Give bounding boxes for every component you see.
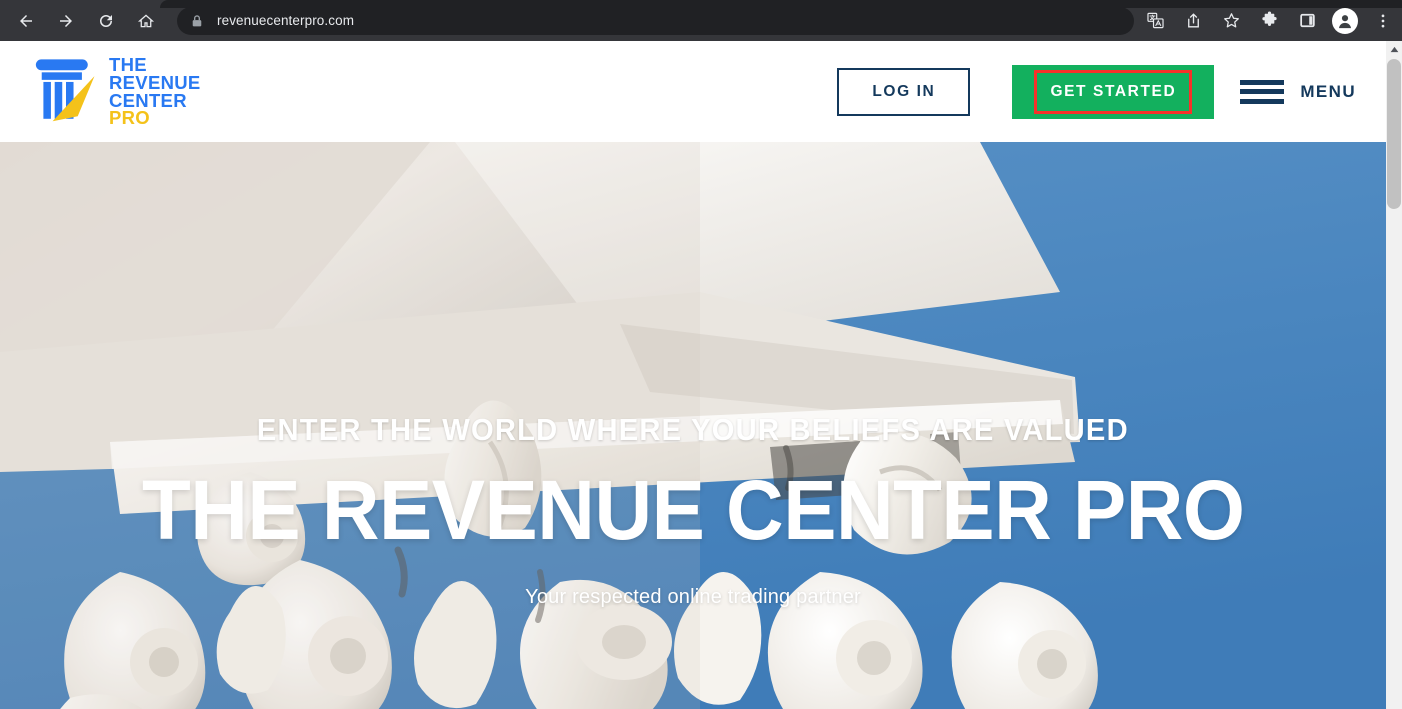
forward-arrow-icon: [60, 14, 72, 27]
toolbar-icon-group: [1136, 6, 1402, 36]
browser-toolbar: revenuecenterpro.com: [0, 0, 1402, 41]
avatar-circle: [1332, 7, 1358, 34]
translate-icon[interactable]: [1140, 6, 1170, 36]
menu-button[interactable]: MENU: [1240, 77, 1356, 107]
extensions-puzzle-icon[interactable]: [1254, 6, 1284, 36]
star-glyph: [1223, 13, 1239, 28]
hero-eyebrow: ENTER THE WORLD WHERE YOUR BELIEFS ARE V…: [256, 412, 1130, 447]
side-panel-glyph: [1299, 13, 1315, 28]
log-in-button[interactable]: LOG IN: [837, 67, 971, 116]
address-bar[interactable]: revenuecenterpro.com: [177, 6, 1134, 35]
home-icon: [137, 14, 155, 27]
back-button[interactable]: [9, 4, 43, 38]
get-started-wrapper: GET STARTED: [1012, 64, 1215, 119]
forward-button[interactable]: [49, 4, 83, 38]
hero-section: ENTER THE WORLD WHERE YOUR BELIEFS ARE V…: [0, 142, 1386, 709]
reload-button[interactable]: [89, 4, 123, 38]
hamburger-menu-icon: [1240, 77, 1285, 107]
get-started-button[interactable]: GET STARTED: [1012, 64, 1215, 119]
share-glyph: [1187, 13, 1199, 28]
caret-up-glyph: [1390, 46, 1398, 53]
header-actions: LOG IN GET STARTED MENU: [837, 64, 1356, 119]
three-dot-menu-icon[interactable]: [1368, 6, 1398, 36]
hero-copy: ENTER THE WORLD WHERE YOUR BELIEFS ARE V…: [0, 142, 1386, 709]
kebab-glyph: [1381, 14, 1385, 27]
logo-line-2: REVENUE: [109, 71, 201, 93]
person-glyph: [1339, 14, 1351, 28]
hero-subtitle: Your respected online trading partner: [525, 586, 861, 608]
lock-icon: [191, 14, 203, 28]
profile-avatar[interactable]: [1330, 6, 1360, 36]
reload-icon: [100, 14, 112, 27]
side-panel-icon[interactable]: [1292, 6, 1322, 36]
menu-label: MENU: [1300, 81, 1356, 101]
bookmark-star-icon[interactable]: [1216, 6, 1246, 36]
page-scrollbar[interactable]: [1386, 41, 1402, 709]
scroll-up-arrow-icon[interactable]: [1386, 41, 1402, 58]
translate-glyph: [1146, 12, 1164, 29]
page-viewport: THE REVENUE CENTER PRO LOG IN GET STARTE…: [0, 41, 1402, 709]
logo-line-4: PRO: [109, 107, 150, 129]
padlock-glyph: [192, 14, 202, 26]
url-text: revenuecenterpro.com: [217, 13, 355, 28]
site-logo[interactable]: THE REVENUE CENTER PRO: [32, 56, 201, 128]
scroll-thumb[interactable]: [1387, 59, 1401, 209]
share-icon[interactable]: [1178, 6, 1208, 36]
browser-chrome: revenuecenterpro.com: [0, 0, 1402, 41]
pillar-logo-icon: [35, 58, 95, 121]
back-arrow-icon: [20, 14, 32, 27]
home-button[interactable]: [129, 4, 163, 38]
hero-title: THE REVENUE CENTER PRO: [141, 463, 1245, 557]
site-header: THE REVENUE CENTER PRO LOG IN GET STARTE…: [0, 41, 1386, 142]
logo-wordmark: THE REVENUE CENTER PRO: [109, 56, 201, 129]
puzzle-glyph: [1261, 11, 1277, 26]
